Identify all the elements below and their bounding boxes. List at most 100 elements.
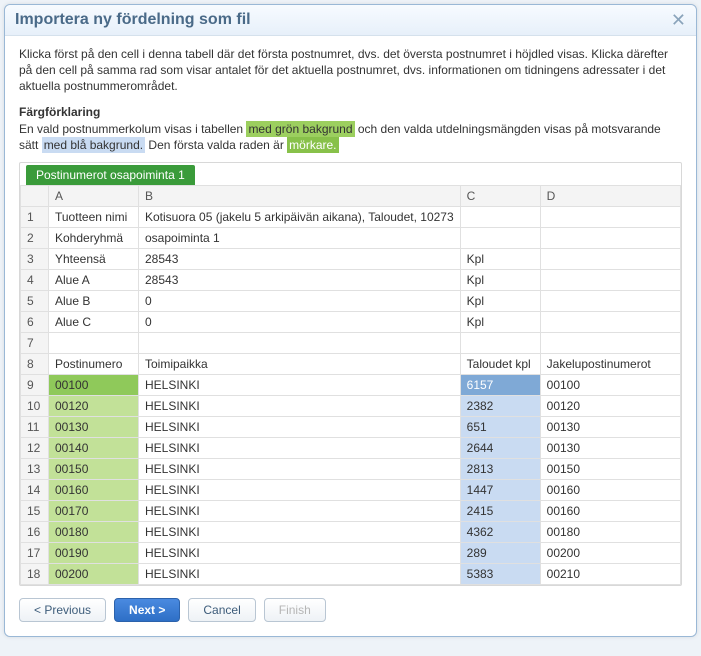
cell-a[interactable]: Alue C — [49, 312, 139, 333]
cell-a[interactable]: Yhteensä — [49, 249, 139, 270]
cell-c[interactable]: Kpl — [460, 312, 540, 333]
cell-d[interactable]: 00100 — [540, 375, 680, 396]
cell-c[interactable]: 2813 — [460, 459, 540, 480]
table-row[interactable]: 8PostinumeroToimipaikkaTaloudet kplJakel… — [21, 354, 681, 375]
previous-button[interactable]: < Previous — [19, 598, 106, 622]
cell-b[interactable]: HELSINKI — [139, 480, 461, 501]
table-row[interactable]: 1600180HELSINKI436200180 — [21, 522, 681, 543]
cell-c[interactable]: Kpl — [460, 249, 540, 270]
cell-b[interactable]: HELSINKI — [139, 375, 461, 396]
cell-b[interactable]: HELSINKI — [139, 501, 461, 522]
cell-a[interactable]: Postinumero — [49, 354, 139, 375]
table-row[interactable]: 1200140HELSINKI264400130 — [21, 438, 681, 459]
cell-d[interactable]: 00180 — [540, 522, 680, 543]
table-row[interactable]: 3Yhteensä28543Kpl — [21, 249, 681, 270]
table-row[interactable]: 1Tuotteen nimiKotisuora 05 (jakelu 5 ark… — [21, 207, 681, 228]
cell-b[interactable]: 28543 — [139, 249, 461, 270]
cell-a[interactable]: 00160 — [49, 480, 139, 501]
table-row[interactable]: 6Alue C0Kpl — [21, 312, 681, 333]
cell-c[interactable]: 5383 — [460, 564, 540, 585]
cell-b[interactable]: 0 — [139, 291, 461, 312]
col-header-c[interactable]: C — [460, 186, 540, 207]
cell-d[interactable]: Jakelupostinumerot — [540, 354, 680, 375]
cell-c[interactable]: 289 — [460, 543, 540, 564]
cell-b[interactable]: HELSINKI — [139, 564, 461, 585]
cell-d[interactable]: 00150 — [540, 459, 680, 480]
col-header-b[interactable]: B — [139, 186, 461, 207]
cell-d[interactable] — [540, 270, 680, 291]
table-row[interactable]: 2Kohderyhmäosapoiminta 1 — [21, 228, 681, 249]
cell-a[interactable]: 00190 — [49, 543, 139, 564]
cell-c[interactable] — [460, 333, 540, 354]
cell-d[interactable] — [540, 312, 680, 333]
cell-b[interactable]: 0 — [139, 312, 461, 333]
cell-a[interactable]: Alue B — [49, 291, 139, 312]
cell-c[interactable]: 6157 — [460, 375, 540, 396]
spreadsheet-grid[interactable]: A B C D 1Tuotteen nimiKotisuora 05 (jake… — [20, 185, 681, 585]
cell-b[interactable]: HELSINKI — [139, 396, 461, 417]
cell-a[interactable]: Kohderyhmä — [49, 228, 139, 249]
cell-b[interactable]: Kotisuora 05 (jakelu 5 arkipäivän aikana… — [139, 207, 461, 228]
cell-a[interactable]: 00130 — [49, 417, 139, 438]
table-row[interactable]: 4Alue A28543Kpl — [21, 270, 681, 291]
cell-b[interactable]: osapoiminta 1 — [139, 228, 461, 249]
table-row[interactable]: 1400160HELSINKI144700160 — [21, 480, 681, 501]
next-button[interactable]: Next > — [114, 598, 180, 622]
table-row[interactable]: 1800200HELSINKI538300210 — [21, 564, 681, 585]
cell-a[interactable]: 00120 — [49, 396, 139, 417]
cell-d[interactable] — [540, 228, 680, 249]
cell-d[interactable]: 00130 — [540, 438, 680, 459]
cell-b[interactable]: Toimipaikka — [139, 354, 461, 375]
cell-a[interactable] — [49, 333, 139, 354]
table-row[interactable]: 1500170HELSINKI241500160 — [21, 501, 681, 522]
cell-c[interactable]: 4362 — [460, 522, 540, 543]
cell-a[interactable]: 00200 — [49, 564, 139, 585]
cell-b[interactable] — [139, 333, 461, 354]
cell-d[interactable] — [540, 333, 680, 354]
table-row[interactable]: 900100HELSINKI615700100 — [21, 375, 681, 396]
cell-d[interactable]: 00200 — [540, 543, 680, 564]
cell-c[interactable]: 2382 — [460, 396, 540, 417]
cell-c[interactable]: Taloudet kpl — [460, 354, 540, 375]
cell-d[interactable] — [540, 249, 680, 270]
cell-d[interactable]: 00130 — [540, 417, 680, 438]
cell-c[interactable] — [460, 228, 540, 249]
table-row[interactable]: 1300150HELSINKI281300150 — [21, 459, 681, 480]
table-row[interactable]: 1700190HELSINKI28900200 — [21, 543, 681, 564]
cell-b[interactable]: HELSINKI — [139, 543, 461, 564]
cell-b[interactable]: HELSINKI — [139, 438, 461, 459]
table-row[interactable]: 5Alue B0Kpl — [21, 291, 681, 312]
cell-a[interactable]: 00150 — [49, 459, 139, 480]
cell-c[interactable]: 1447 — [460, 480, 540, 501]
table-row[interactable]: 7 — [21, 333, 681, 354]
cell-a[interactable]: 00100 — [49, 375, 139, 396]
cell-b[interactable]: HELSINKI — [139, 522, 461, 543]
sheet-tab[interactable]: Postinumerot osapoiminta 1 — [26, 165, 195, 185]
close-icon[interactable]: ✕ — [671, 11, 686, 29]
cell-b[interactable]: HELSINKI — [139, 417, 461, 438]
cell-a[interactable]: Tuotteen nimi — [49, 207, 139, 228]
cell-c[interactable]: 2644 — [460, 438, 540, 459]
col-header-d[interactable]: D — [540, 186, 680, 207]
cell-b[interactable]: 28543 — [139, 270, 461, 291]
cell-d[interactable] — [540, 207, 680, 228]
cell-d[interactable]: 00210 — [540, 564, 680, 585]
cell-a[interactable]: 00170 — [49, 501, 139, 522]
cell-c[interactable]: Kpl — [460, 270, 540, 291]
table-row[interactable]: 1100130HELSINKI65100130 — [21, 417, 681, 438]
col-header-a[interactable]: A — [49, 186, 139, 207]
cell-c[interactable]: Kpl — [460, 291, 540, 312]
cell-d[interactable]: 00160 — [540, 501, 680, 522]
cancel-button[interactable]: Cancel — [188, 598, 255, 622]
cell-c[interactable] — [460, 207, 540, 228]
cell-c[interactable]: 2415 — [460, 501, 540, 522]
cell-a[interactable]: 00140 — [49, 438, 139, 459]
cell-b[interactable]: HELSINKI — [139, 459, 461, 480]
cell-d[interactable]: 00160 — [540, 480, 680, 501]
table-row[interactable]: 1000120HELSINKI238200120 — [21, 396, 681, 417]
cell-d[interactable] — [540, 291, 680, 312]
cell-a[interactable]: 00180 — [49, 522, 139, 543]
cell-c[interactable]: 651 — [460, 417, 540, 438]
cell-d[interactable]: 00120 — [540, 396, 680, 417]
cell-a[interactable]: Alue A — [49, 270, 139, 291]
